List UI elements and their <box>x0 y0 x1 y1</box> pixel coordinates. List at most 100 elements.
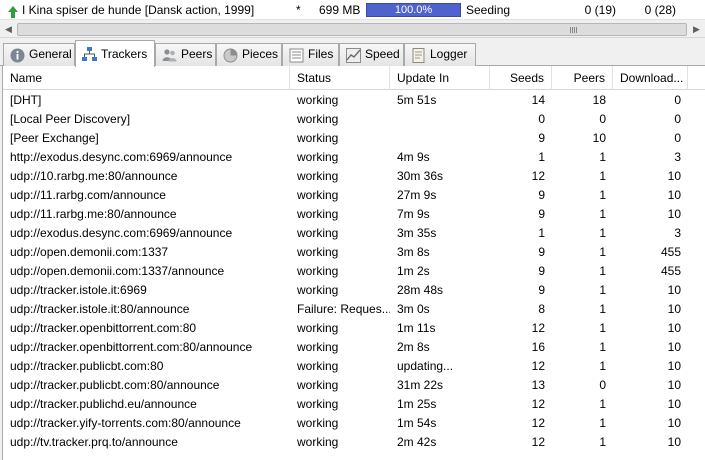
table-row[interactable]: udp://tracker.publicbt.com:80 working upda… <box>3 357 705 376</box>
scrollbar-thumb[interactable] <box>17 23 687 36</box>
tab-general[interactable]: General <box>3 43 75 66</box>
arrow-right-icon[interactable]: ▶ <box>688 21 705 38</box>
table-row[interactable]: udp://11.rarbg.me:80/announce working 7m 9… <box>3 205 705 224</box>
column-header-peers[interactable]: Peers <box>552 66 613 90</box>
torrent-row[interactable]: I Kina spiser de hunde [Dansk action, 19… <box>0 0 705 20</box>
tracker-seeds: 14 <box>531 93 545 107</box>
table-row[interactable]: udp://tracker.istole.it:80/announce Failu… <box>3 300 705 319</box>
tracker-update-in <box>390 110 490 129</box>
tracker-update-in: 5m 51s <box>397 93 437 107</box>
tracker-seeds: 12 <box>531 416 545 430</box>
grip-icon <box>570 27 577 33</box>
tracker-seeds: 9 <box>538 207 545 221</box>
tracker-update-in: 1m 11s <box>397 321 436 335</box>
tracker-peers: 18 <box>592 93 606 107</box>
tracker-name: udp://tracker.istole.it:80/announce <box>10 302 190 316</box>
torrent-status: Seeding <box>466 3 511 17</box>
table-row[interactable]: http://exodus.desync.com:6969/announce wo… <box>3 148 705 167</box>
tracker-peers: 1 <box>599 226 606 240</box>
table-row[interactable]: udp://10.rarbg.me:80/announce working 30m … <box>3 167 705 186</box>
table-row[interactable]: udp://tracker.openbittorrent.com:80 worki… <box>3 319 705 338</box>
table-row[interactable]: [Local Peer Discovery] working 0 0 0 <box>3 110 705 129</box>
column-header-name[interactable]: Name <box>3 66 290 90</box>
tab-logger[interactable]: Logger <box>404 43 476 66</box>
tracker-peers: 1 <box>599 321 606 335</box>
people-icon <box>162 48 177 63</box>
tracker-seeds: 12 <box>531 321 545 335</box>
tracker-name: udp://tracker.openbittorrent.com:80 <box>10 321 197 335</box>
arrow-left-icon[interactable]: ◀ <box>0 21 17 38</box>
tracker-peers: 1 <box>599 359 606 373</box>
trackers-table-header: Name Status Update In Seeds Peers Downlo… <box>3 66 705 90</box>
table-row[interactable]: udp://tracker.publichd.eu/announce workin… <box>3 395 705 414</box>
table-row[interactable]: [Peer Exchange] working 9 10 0 <box>3 129 705 148</box>
table-row[interactable]: udp://open.demonii.com:1337 working 3m 8s 9… <box>3 243 705 262</box>
table-row[interactable]: udp://exodus.desync.com:6969/announce wor… <box>3 224 705 243</box>
column-header-seeds[interactable]: Seeds <box>490 66 552 90</box>
tracker-update-in: 1m 2s <box>397 264 430 278</box>
tab-speed[interactable]: Speed <box>339 43 404 66</box>
tab-files[interactable]: Files <box>282 43 339 66</box>
table-row[interactable]: udp://tracker.istole.it:6969 working 28m 4… <box>3 281 705 300</box>
tracker-status: working <box>297 112 339 126</box>
tracker-update-in: 27m 9s <box>397 188 437 202</box>
tracker-peers: 1 <box>599 188 606 202</box>
horizontal-scrollbar[interactable]: ◀ ▶ <box>0 21 705 38</box>
pie-icon <box>223 48 238 63</box>
file-list-icon <box>289 48 304 63</box>
torrent-peers: 0 (28) <box>644 3 676 17</box>
tab-pieces[interactable]: Pieces <box>216 43 282 66</box>
column-header-status[interactable]: Status <box>290 66 390 90</box>
tracker-status: working <box>297 226 339 240</box>
tracker-downloaded: 0 <box>674 93 681 107</box>
table-row[interactable]: udp://tracker.openbittorrent.com:80/anno… <box>3 338 705 357</box>
tracker-downloaded: 10 <box>667 416 681 430</box>
column-header-downloaded[interactable]: Download... <box>613 66 688 90</box>
tracker-status: working <box>297 359 339 373</box>
tracker-downloaded: 10 <box>667 340 681 354</box>
network-icon <box>82 47 97 62</box>
tracker-peers: 1 <box>599 302 606 316</box>
tracker-status: working <box>297 188 339 202</box>
tracker-seeds: 1 <box>538 226 545 240</box>
tracker-downloaded: 0 <box>674 112 681 126</box>
tracker-downloaded: 10 <box>667 359 681 373</box>
tracker-update-in: 4m 9s <box>397 150 430 164</box>
tab-trackers[interactable]: Trackers <box>75 40 155 67</box>
tracker-seeds: 9 <box>538 131 545 145</box>
torrent-progress-label: 100.0% <box>394 4 433 16</box>
tracker-name: udp://exodus.desync.com:6969/announce <box>10 226 233 240</box>
tracker-downloaded: 0 <box>674 131 681 145</box>
tracker-seeds: 9 <box>538 245 545 259</box>
tracker-seeds: 9 <box>538 264 545 278</box>
tracker-status: working <box>297 169 339 183</box>
table-row[interactable]: udp://tracker.publicbt.com:80/announce wo… <box>3 376 705 395</box>
tracker-downloaded: 10 <box>667 207 681 221</box>
table-row[interactable]: udp://11.rarbg.com/announce working 27m 9s… <box>3 186 705 205</box>
tracker-peers: 1 <box>599 397 606 411</box>
tracker-peers: 1 <box>599 416 606 430</box>
tracker-seeds: 8 <box>538 302 545 316</box>
tracker-status: working <box>297 397 339 411</box>
tracker-peers: 0 <box>599 112 606 126</box>
tracker-peers: 1 <box>599 150 606 164</box>
column-header-update-in[interactable]: Update In <box>390 66 490 90</box>
graph-icon <box>346 48 361 63</box>
table-row[interactable]: udp://tv.tracker.prq.to/announce working 2… <box>3 433 705 452</box>
tracker-update-in: 1m 25s <box>397 397 437 411</box>
tracker-name: udp://11.rarbg.com/announce <box>10 188 166 202</box>
tracker-downloaded: 10 <box>667 378 681 392</box>
tab-peers[interactable]: Peers <box>155 43 216 66</box>
table-row[interactable]: [DHT] working 5m 51s 14 18 0 <box>3 91 705 110</box>
torrent-flag: * <box>296 3 301 17</box>
tracker-peers: 1 <box>599 207 606 221</box>
tracker-update-in: 2m 42s <box>397 435 437 449</box>
table-row[interactable]: udp://tracker.yify-torrents.com:80/annou… <box>3 414 705 433</box>
tracker-name: http://exodus.desync.com:6969/announce <box>10 150 233 164</box>
table-row[interactable]: udp://open.demonii.com:1337/announce work… <box>3 262 705 281</box>
detail-tabs: General Trackers Peers Pieces Files Spee… <box>0 40 705 67</box>
tracker-status: working <box>297 264 339 278</box>
tracker-name: [Peer Exchange] <box>10 131 99 145</box>
trackers-panel: Name Status Update In Seeds Peers Downlo… <box>2 66 705 460</box>
tracker-name: [DHT] <box>10 93 42 107</box>
